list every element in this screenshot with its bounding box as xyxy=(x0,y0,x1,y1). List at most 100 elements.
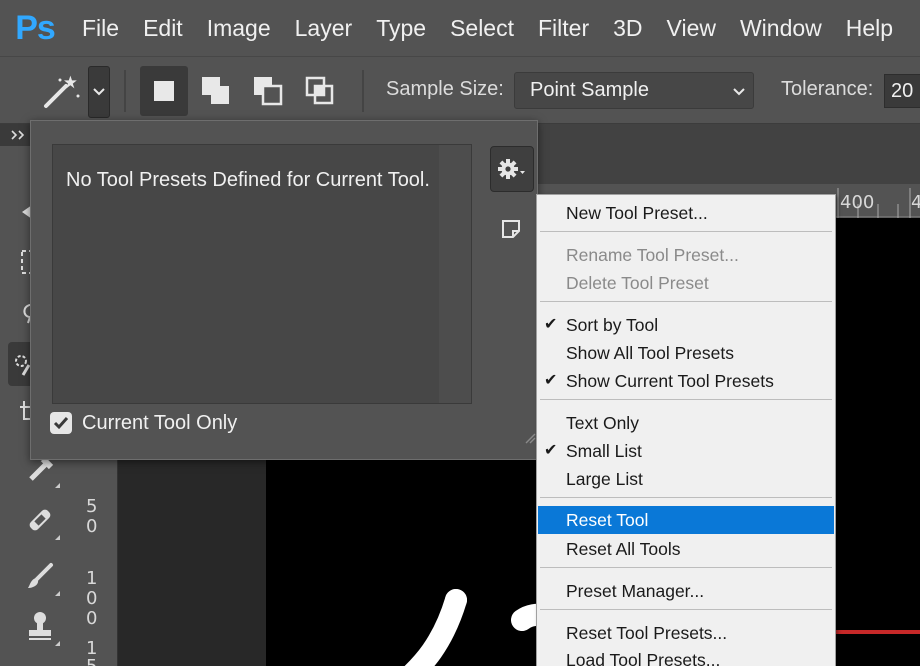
tool-flyout-icon xyxy=(55,535,60,540)
menu-item-label: Reset Tool Presets... xyxy=(566,623,728,643)
menu-item-load-tool-presets[interactable]: Load Tool Presets... xyxy=(538,646,834,666)
ruler-label: 5 xyxy=(86,656,97,666)
menu-item-show-all-tool-presets[interactable]: Show All Tool Presets xyxy=(538,339,834,367)
ruler-label: 5 xyxy=(86,496,98,517)
menu-item-label: Rename Tool Preset... xyxy=(566,245,739,265)
expand-panel-icon xyxy=(11,130,25,140)
canvas-area[interactable] xyxy=(834,218,920,420)
resize-grip-icon[interactable] xyxy=(524,432,536,444)
menu-view[interactable]: View xyxy=(655,0,728,56)
healing-brush-tool[interactable] xyxy=(18,498,62,542)
ruler-label: 400 xyxy=(840,192,875,213)
tool-flyout-icon xyxy=(55,591,60,596)
checkmark-icon xyxy=(53,417,69,430)
brush-tool[interactable] xyxy=(18,554,62,598)
menu-separator xyxy=(540,301,832,302)
tolerance-label: Tolerance: xyxy=(781,78,874,100)
menu-select[interactable]: Select xyxy=(438,0,526,56)
preset-list-scrollbar[interactable] xyxy=(439,145,471,403)
tool-flyout-icon xyxy=(55,641,60,646)
menu-item-new-tool-preset[interactable]: New Tool Preset... xyxy=(538,199,834,227)
checkmark-icon: ✔ xyxy=(544,372,558,389)
brush-icon xyxy=(28,563,53,588)
intersect-selection-icon xyxy=(305,76,334,105)
magic-wand-icon[interactable] xyxy=(40,74,84,110)
ruler-label: 0 xyxy=(86,516,98,537)
menu-item-text-only[interactable]: Text Only xyxy=(538,409,834,437)
menu-edit[interactable]: Edit xyxy=(131,0,195,56)
tool-flyout-icon xyxy=(55,483,60,488)
menu-item-rename-tool-preset[interactable]: Rename Tool Preset... xyxy=(538,241,834,269)
gear-icon xyxy=(498,159,525,179)
preset-settings-button[interactable] xyxy=(490,146,534,192)
ruler-label: 0 xyxy=(86,588,98,609)
empty-preset-message: No Tool Presets Defined for Current Tool… xyxy=(66,169,430,191)
menu-item-reset-tool-presets[interactable]: Reset Tool Presets... xyxy=(538,619,834,647)
menu-file[interactable]: File xyxy=(70,0,131,56)
new-preset-icon xyxy=(502,220,520,238)
menu-item-label: Reset All Tools xyxy=(566,539,681,559)
menu-item-label: Sort by Tool xyxy=(566,315,659,335)
new-preset-button[interactable] xyxy=(500,218,522,245)
menu-bar: Ps File Edit Image Layer Type Select Fil… xyxy=(0,0,920,56)
new-selection-button[interactable] xyxy=(140,66,188,116)
menu-image[interactable]: Image xyxy=(195,0,283,56)
menu-item-show-current-tool-presets[interactable]: ✔ Show Current Tool Presets xyxy=(538,367,834,395)
current-tool-only-checkbox[interactable] xyxy=(50,412,72,434)
menu-separator xyxy=(540,609,832,610)
ruler-label: 1 xyxy=(86,568,98,589)
menu-item-delete-tool-preset[interactable]: Delete Tool Preset xyxy=(538,269,834,297)
menu-item-reset-tool[interactable]: Reset Tool xyxy=(538,506,834,534)
history-brush-tool[interactable] xyxy=(18,648,62,666)
menu-separator xyxy=(540,399,832,400)
add-selection-icon xyxy=(202,77,229,104)
new-selection-icon xyxy=(154,81,174,101)
checkmark-icon: ✔ xyxy=(544,442,558,459)
menu-layer[interactable]: Layer xyxy=(283,0,365,56)
menu-separator xyxy=(540,497,832,498)
menu-item-small-list[interactable]: ✔ Small List xyxy=(538,437,834,465)
menu-item-label: Show All Tool Presets xyxy=(566,343,734,363)
checkmark-icon: ✔ xyxy=(544,316,558,333)
sample-size-value: Point Sample xyxy=(530,79,649,101)
menu-item-preset-manager[interactable]: Preset Manager... xyxy=(538,577,834,605)
options-separator xyxy=(124,70,126,112)
menu-filter[interactable]: Filter xyxy=(526,0,601,56)
ruler-label: 0 xyxy=(86,608,98,629)
add-to-selection-button[interactable] xyxy=(192,66,240,116)
menu-item-label: Large List xyxy=(566,469,643,489)
menu-item-sort-by-tool[interactable]: ✔ Sort by Tool xyxy=(538,311,834,339)
sample-size-select[interactable]: Point Sample xyxy=(514,72,754,109)
menu-item-reset-all-tools[interactable]: Reset All Tools xyxy=(538,535,834,563)
ruler-label: 4 xyxy=(911,192,920,213)
history-brush-icon xyxy=(25,661,55,666)
menu-separator xyxy=(540,567,832,568)
menu-window[interactable]: Window xyxy=(728,0,834,56)
menu-type[interactable]: Type xyxy=(364,0,438,56)
clone-stamp-tool[interactable] xyxy=(18,604,62,648)
menu-3d[interactable]: 3D xyxy=(601,0,654,56)
menu-separator xyxy=(540,231,832,232)
menu-item-label: Text Only xyxy=(566,413,639,433)
menu-item-large-list[interactable]: Large List xyxy=(538,465,834,493)
tool-preset-dropdown[interactable] xyxy=(88,66,110,118)
menu-item-label: Show Current Tool Presets xyxy=(566,371,774,391)
photoshop-logo[interactable]: Ps xyxy=(0,0,70,56)
menu-item-label: Reset Tool xyxy=(566,510,649,530)
sample-size-label: Sample Size: xyxy=(386,78,504,100)
options-separator xyxy=(362,70,364,112)
menu-item-label: Load Tool Presets... xyxy=(566,650,721,666)
guide-line xyxy=(834,630,920,634)
current-tool-only-label: Current Tool Only xyxy=(82,412,238,434)
stamp-icon xyxy=(29,612,51,640)
subtract-from-selection-button[interactable] xyxy=(244,66,292,116)
chevron-down-icon xyxy=(733,73,745,108)
chevron-down-icon xyxy=(93,88,105,96)
menu-item-label: Small List xyxy=(566,441,642,461)
menu-item-label: New Tool Preset... xyxy=(566,203,708,223)
tolerance-input[interactable]: 20 xyxy=(884,74,920,108)
intersect-selection-button[interactable] xyxy=(296,66,344,116)
menu-item-label: Delete Tool Preset xyxy=(566,273,709,293)
menu-help[interactable]: Help xyxy=(834,0,905,56)
menu-item-label: Preset Manager... xyxy=(566,581,705,601)
